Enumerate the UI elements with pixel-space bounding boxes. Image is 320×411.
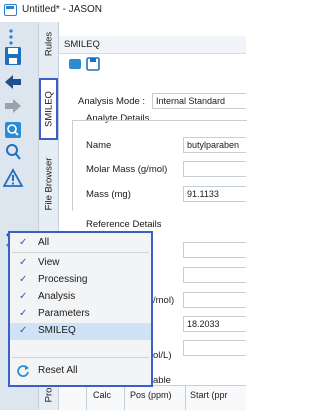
reference-mass-input[interactable]: 18.2033: [183, 316, 246, 332]
tools-dropdown-menu: ✓ All ✓ View ✓ Processing ✓ Analysis ✓ P…: [8, 231, 153, 387]
analysis-mode-label: Analysis Mode :: [78, 96, 146, 107]
tab-file-browser[interactable]: File Browser: [39, 144, 58, 224]
menu-separator: [12, 252, 149, 253]
menu-item-processing[interactable]: ✓ Processing: [10, 272, 151, 289]
analysis-mode-select[interactable]: Internal Standard: [152, 93, 246, 109]
panel-toolbar-icon[interactable]: [68, 58, 82, 73]
menu-item-analysis[interactable]: ✓ Analysis: [10, 289, 151, 306]
column-divider: [86, 385, 87, 410]
column-header-pos[interactable]: Pos (ppm): [130, 390, 172, 400]
mass-label: Mass (mg): [86, 189, 131, 200]
name-label: Name: [86, 140, 112, 151]
column-header-start[interactable]: Start (ppr: [190, 390, 228, 400]
reset-icon: [16, 364, 30, 381]
reference-field-2[interactable]: [183, 267, 246, 283]
reference-field-5[interactable]: [183, 340, 246, 356]
menu-item-view[interactable]: ✓ View: [10, 255, 151, 272]
column-divider: [185, 385, 186, 410]
menu-item-smileq[interactable]: ✓ SMILEQ: [10, 323, 151, 340]
reference-concentration-label: ol/L): [153, 350, 172, 361]
more-options-icon[interactable]: [3, 26, 33, 48]
tab-rules[interactable]: Rules: [39, 24, 58, 64]
tab-smileq[interactable]: SMILEQ: [39, 78, 58, 140]
app-icon: [4, 4, 17, 16]
window-title: Untitled* - JASON: [22, 4, 103, 15]
check-icon: ✓: [19, 237, 28, 248]
search-icon[interactable]: [3, 142, 33, 164]
name-input[interactable]: butylparaben: [183, 137, 246, 153]
check-icon: ✓: [19, 274, 28, 285]
panel-title: SMILEQ: [64, 39, 100, 50]
reference-molar-mass-input[interactable]: [183, 292, 246, 308]
zoom-icon[interactable]: [3, 120, 33, 142]
check-icon: ✓: [19, 325, 28, 336]
check-icon: ✓: [19, 257, 28, 268]
panel-save-icon[interactable]: [86, 57, 100, 74]
redo-icon[interactable]: [3, 96, 33, 118]
reference-field-1[interactable]: [183, 242, 246, 258]
reference-details-heading: Reference Details: [86, 219, 162, 230]
column-header-calc[interactable]: Calc: [93, 390, 111, 400]
menu-item-reset-all[interactable]: Reset All: [10, 363, 151, 380]
check-icon: ✓: [19, 308, 28, 319]
check-icon: ✓: [19, 291, 28, 302]
column-divider: [124, 385, 125, 410]
menu-separator: [12, 357, 149, 358]
molar-mass-input[interactable]: [183, 161, 246, 177]
molar-mass-label: Molar Mass (g/mol): [86, 164, 168, 175]
save-icon[interactable]: [3, 46, 33, 68]
warning-icon[interactable]: [2, 168, 33, 190]
undo-icon[interactable]: [3, 72, 33, 94]
mass-input[interactable]: 91.1133: [183, 186, 246, 202]
menu-item-parameters[interactable]: ✓ Parameters: [10, 306, 151, 323]
reference-molar-mass-label: /mol): [153, 295, 175, 306]
menu-item-all[interactable]: ✓ All: [10, 235, 151, 252]
